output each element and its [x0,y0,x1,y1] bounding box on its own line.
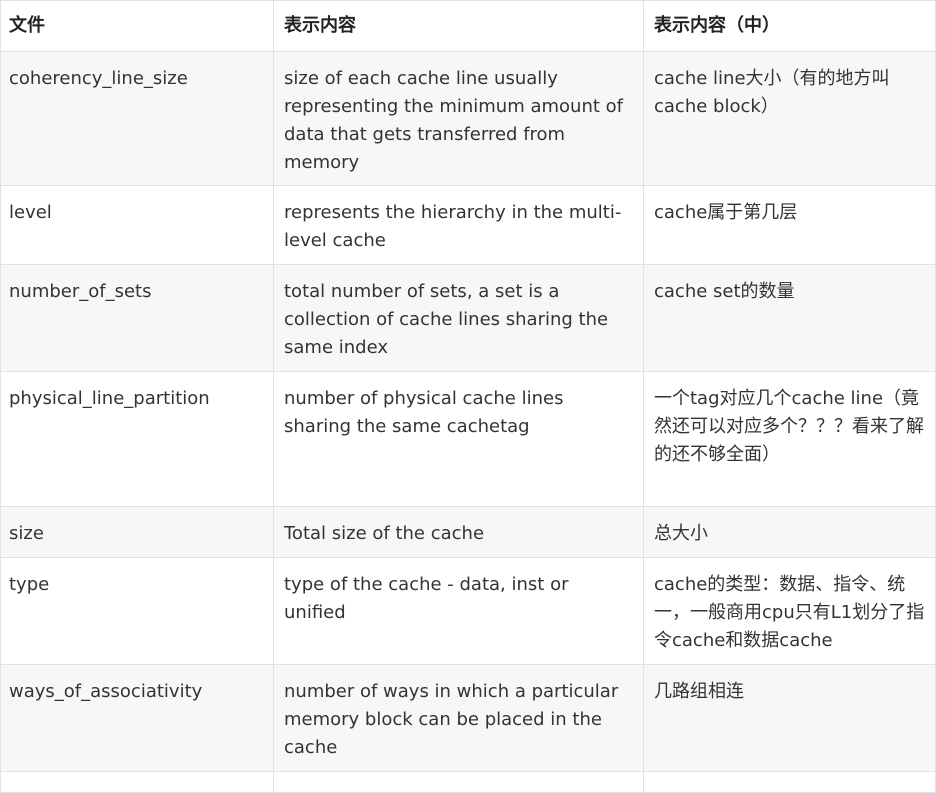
cache-info-table: 文件 表示内容 表示内容（中） coherency_line_size size… [0,0,936,793]
cell-description-zh: cache属于第几层 [643,185,936,265]
cell-description: number of ways in which a particular mem… [273,664,644,772]
cell-description-zh: cache line大小（有的地方叫cache block） [643,51,936,186]
cell-description-zh: 总大小 [643,506,936,558]
cell-description-zh: cache的类型：数据、指令、统一，一般商用cpu只有L1划分了指令cache和… [643,557,936,665]
table-row: type type of the cache - data, inst or u… [0,557,936,665]
table-header-row: 文件 表示内容 表示内容（中） [0,0,936,52]
cell-description: number of physical cache lines sharing t… [273,371,644,507]
table-row: level represents the hierarchy in the mu… [0,185,936,265]
header-file: 文件 [0,0,274,52]
cell-description: size of each cache line usually represen… [273,51,644,186]
header-description: 表示内容 [273,0,644,52]
cell-description-zh: cache set的数量 [643,264,936,372]
cell-empty [643,771,936,793]
cell-description: total number of sets, a set is a collect… [273,264,644,372]
cell-file: ways_of_associativity [0,664,274,772]
cell-file: type [0,557,274,665]
cell-file: coherency_line_size [0,51,274,186]
cell-file: physical_line_partition [0,371,274,507]
header-description-zh: 表示内容（中） [643,0,936,52]
cell-description-zh: 几路组相连 [643,664,936,772]
table-row: ways_of_associativity number of ways in … [0,664,936,772]
cell-empty [0,771,274,793]
table-row: number_of_sets total number of sets, a s… [0,264,936,372]
cell-description: Total size of the cache [273,506,644,558]
table-row: size Total size of the cache 总大小 [0,506,936,558]
cell-description: represents the hierarchy in the multi-le… [273,185,644,265]
cell-description-zh: 一个tag对应几个cache line（竟然还可以对应多个？？？看来了解的还不够… [643,371,936,507]
cell-file: size [0,506,274,558]
table-row-partial [0,771,936,793]
cell-empty [273,771,644,793]
cell-description: type of the cache - data, inst or unifie… [273,557,644,665]
table-row: physical_line_partition number of physic… [0,371,936,507]
cell-file: level [0,185,274,265]
table-row: coherency_line_size size of each cache l… [0,51,936,186]
cell-file: number_of_sets [0,264,274,372]
